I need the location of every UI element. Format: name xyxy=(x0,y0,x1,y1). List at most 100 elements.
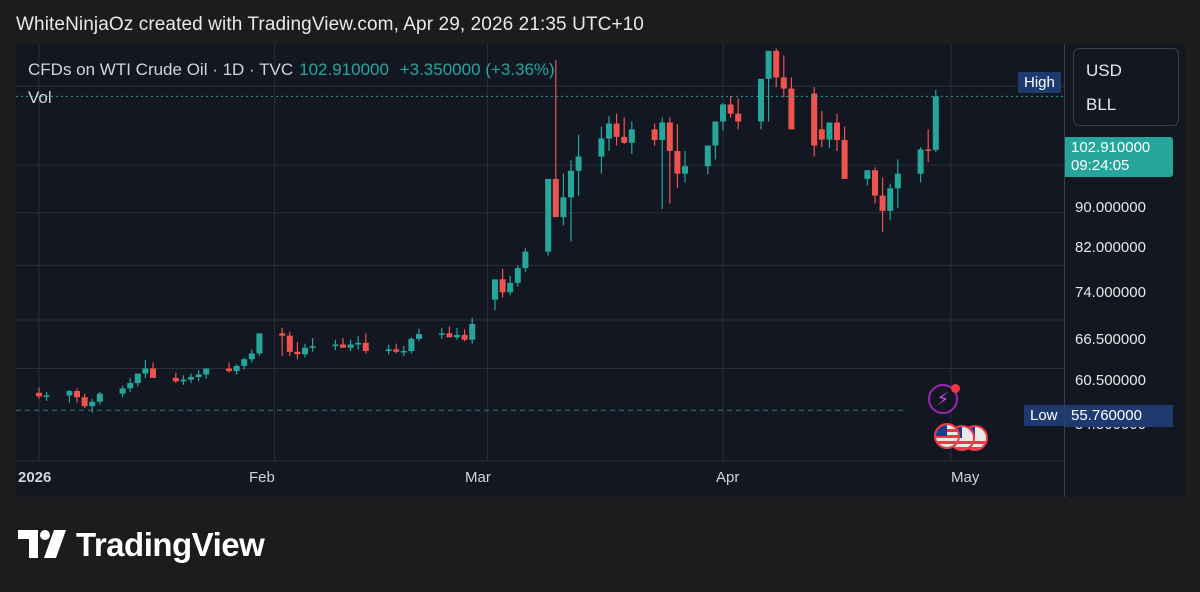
candle[interactable] xyxy=(226,362,232,373)
candle[interactable] xyxy=(834,113,840,152)
candle[interactable] xyxy=(499,268,506,298)
candle[interactable] xyxy=(180,375,187,385)
candle[interactable] xyxy=(416,328,422,342)
candle[interactable] xyxy=(492,279,498,311)
candle[interactable] xyxy=(545,178,552,256)
candle[interactable] xyxy=(522,248,529,273)
candle[interactable] xyxy=(773,48,780,88)
candle[interactable] xyxy=(332,339,339,351)
candle[interactable] xyxy=(142,360,149,378)
candle[interactable] xyxy=(119,385,126,398)
candle-body xyxy=(408,338,415,351)
candle[interactable] xyxy=(552,59,559,218)
candle[interactable] xyxy=(894,159,901,208)
candle[interactable] xyxy=(659,117,666,210)
low-price-badge: 55.760000 xyxy=(1065,405,1173,427)
candle[interactable] xyxy=(727,95,734,118)
candle[interactable] xyxy=(735,98,742,130)
candle[interactable] xyxy=(613,113,620,146)
candle[interactable] xyxy=(651,123,658,146)
candle[interactable] xyxy=(188,373,194,384)
us-flag-icon[interactable] xyxy=(934,423,960,449)
candle[interactable] xyxy=(203,368,210,379)
candle[interactable] xyxy=(248,349,255,363)
candle[interactable] xyxy=(758,78,764,130)
candle[interactable] xyxy=(872,167,878,204)
candle[interactable] xyxy=(127,377,134,392)
candle[interactable] xyxy=(355,335,362,350)
candle[interactable] xyxy=(302,343,308,358)
candle[interactable] xyxy=(150,362,156,378)
candle-body xyxy=(758,78,764,122)
candle[interactable] xyxy=(575,134,582,196)
candle[interactable] xyxy=(628,121,635,154)
candle[interactable] xyxy=(340,338,346,348)
candle[interactable] xyxy=(195,370,202,382)
candle[interactable] xyxy=(818,111,825,148)
chart-pane[interactable]: CFDs on WTI Crude Oil · 1D · TVC 102.9100… xyxy=(16,44,1064,497)
candle[interactable] xyxy=(241,357,248,370)
candle[interactable] xyxy=(682,151,688,183)
candle-body xyxy=(507,282,514,293)
candle[interactable] xyxy=(454,327,460,340)
candle[interactable] xyxy=(666,117,673,204)
candle[interactable] xyxy=(887,183,894,221)
candle[interactable] xyxy=(841,126,848,179)
candle[interactable] xyxy=(514,265,521,287)
candle[interactable] xyxy=(568,160,574,242)
candle[interactable] xyxy=(385,344,392,355)
candle[interactable] xyxy=(400,346,407,356)
candle[interactable] xyxy=(362,333,369,354)
candle[interactable] xyxy=(36,387,42,399)
candle[interactable] xyxy=(674,124,681,189)
candle[interactable] xyxy=(917,147,924,183)
candle[interactable] xyxy=(932,90,939,153)
candle[interactable] xyxy=(925,129,932,163)
candle-body xyxy=(416,334,422,339)
candle[interactable] xyxy=(294,342,301,360)
candle[interactable] xyxy=(720,102,726,131)
candle[interactable] xyxy=(172,372,179,384)
candle-body xyxy=(606,123,612,139)
candle[interactable] xyxy=(309,338,316,352)
candle[interactable] xyxy=(811,87,818,157)
candle[interactable] xyxy=(469,317,476,344)
candle[interactable] xyxy=(788,77,795,130)
candle[interactable] xyxy=(256,333,263,356)
candle[interactable] xyxy=(81,393,88,409)
candle-body xyxy=(492,279,498,300)
candle[interactable] xyxy=(74,388,80,403)
candle[interactable] xyxy=(560,173,567,226)
candle-body xyxy=(621,136,628,143)
candle[interactable] xyxy=(864,170,871,186)
candle[interactable] xyxy=(408,337,415,354)
candle[interactable] xyxy=(438,327,445,339)
candle[interactable] xyxy=(233,364,240,375)
candle[interactable] xyxy=(879,177,886,232)
candle[interactable] xyxy=(66,390,73,403)
candle[interactable] xyxy=(507,275,514,296)
candle[interactable] xyxy=(598,126,605,174)
candle-body xyxy=(74,390,80,398)
candle[interactable] xyxy=(712,121,719,160)
candle-body xyxy=(332,344,339,347)
price-scale[interactable]: USD BLL 90.000000 82.000000 74.000000 66… xyxy=(1064,44,1185,497)
candle[interactable] xyxy=(826,122,833,149)
candle[interactable] xyxy=(461,329,468,342)
candle[interactable] xyxy=(279,327,286,356)
candle-body xyxy=(514,268,521,283)
last-value: 102.910000 xyxy=(299,60,389,79)
candle[interactable] xyxy=(134,373,141,387)
candle[interactable] xyxy=(393,343,400,354)
candle[interactable] xyxy=(780,55,787,97)
currency-selector[interactable]: USD BLL xyxy=(1073,48,1179,126)
candlestick-chart[interactable] xyxy=(16,44,1064,497)
candle[interactable] xyxy=(621,117,628,144)
candle[interactable] xyxy=(347,339,354,351)
candle[interactable] xyxy=(43,391,50,401)
candle[interactable] xyxy=(96,391,103,405)
candle[interactable] xyxy=(286,331,293,356)
candle[interactable] xyxy=(446,326,453,338)
candle[interactable] xyxy=(704,145,711,175)
candle[interactable] xyxy=(606,116,612,152)
